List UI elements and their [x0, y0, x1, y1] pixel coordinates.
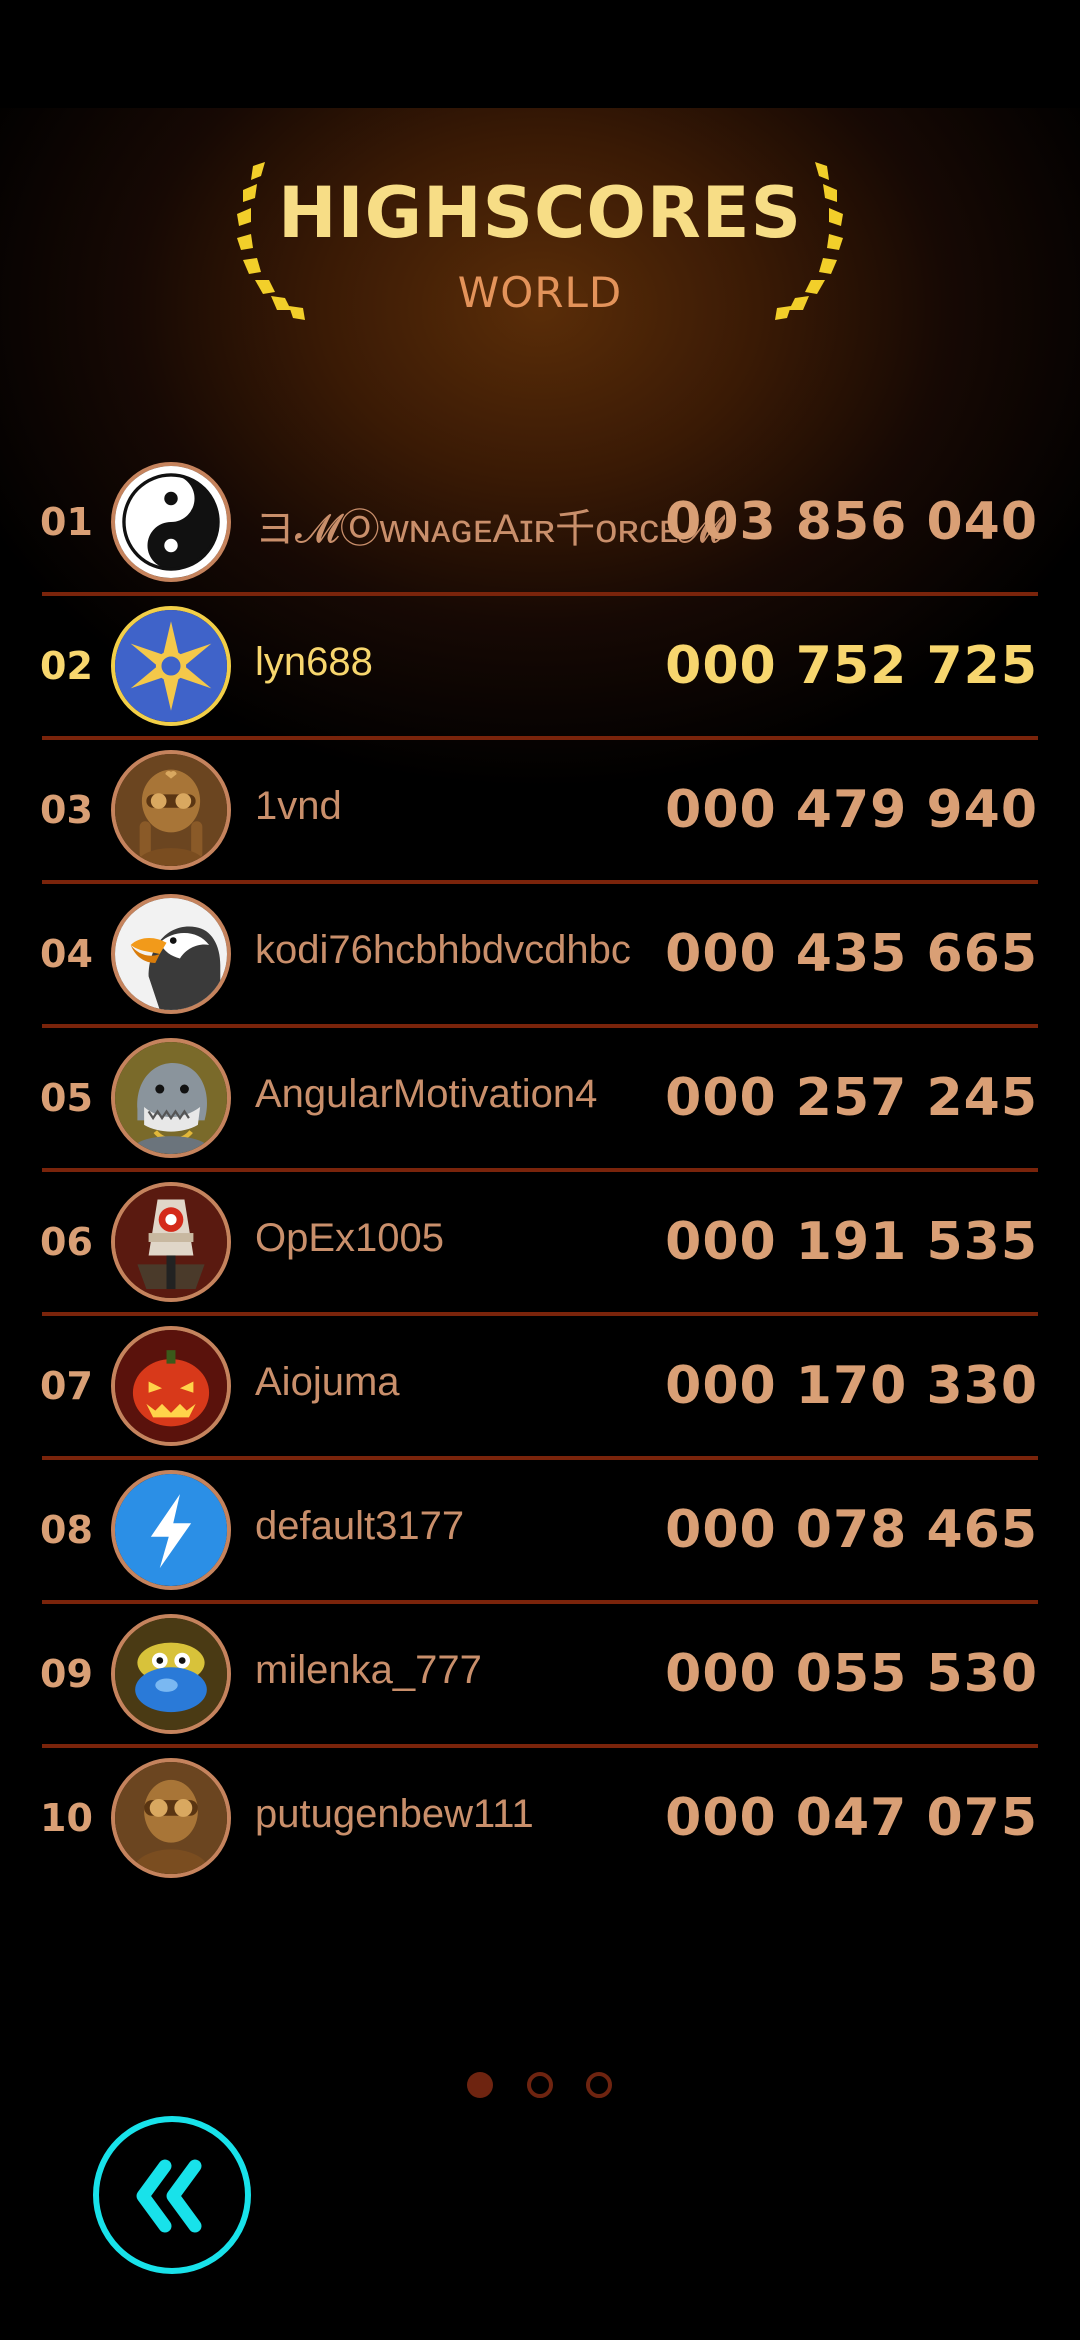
status-bar-area — [0, 0, 1080, 108]
highscores-header: HIGHSCORES WORLD — [0, 160, 1080, 330]
player-name: AngularMotivation4 — [255, 1072, 598, 1116]
player-name: 1vnd — [255, 784, 342, 828]
leaderboard-row[interactable]: 09 milenka_777 000 055 530 — [0, 1602, 1080, 1748]
rank-number: 01 — [40, 500, 93, 544]
page-subtitle: WORLD — [457, 268, 623, 317]
leaderboard-row[interactable]: 06 OpEx1005 000 191 535 — [0, 1170, 1080, 1316]
player-name: ヨ𝓜ⓄᴡɴᴀɢᴇAɪʀ千ᴏʀᴄᴇ𝓜ち — [255, 507, 725, 551]
lightning-icon — [111, 1470, 231, 1590]
aviator-girl-icon — [111, 750, 231, 870]
page-dot[interactable] — [586, 2072, 612, 2098]
rank-number: 02 — [40, 644, 93, 688]
rank-number: 05 — [40, 1076, 93, 1120]
rank-number: 08 — [40, 1508, 93, 1552]
rank-number: 03 — [40, 788, 93, 832]
player-name: kodi76hcbhbdvcdhbc — [255, 928, 631, 972]
rank-number: 07 — [40, 1364, 93, 1408]
blue-creature-icon — [111, 1614, 231, 1734]
laurel-right-icon — [775, 162, 843, 320]
leaderboard-row[interactable]: 07 Aiojuma 000 170 330 — [0, 1314, 1080, 1460]
rank-number: 10 — [40, 1796, 93, 1840]
leaderboard-row[interactable]: 05 AngularMotivation4 000 257 245 — [0, 1026, 1080, 1172]
player-name: default3177 — [255, 1504, 465, 1548]
leaderboard-row[interactable]: 08 default3177 000 078 465 — [0, 1458, 1080, 1604]
pumpkin-icon — [111, 1326, 231, 1446]
leaderboard-row[interactable]: 10 putugenbew111 000 047 075 — [0, 1746, 1080, 1890]
player-score: 000 078 465 — [665, 1500, 1038, 1560]
page-title: HIGHSCORES — [277, 172, 803, 254]
double-chevron-left-icon — [136, 2159, 202, 2233]
player-score: 000 191 535 — [665, 1212, 1038, 1272]
player-name: putugenbew111 — [255, 1792, 534, 1836]
player-score: 000 435 665 — [665, 924, 1038, 984]
back-button[interactable] — [93, 2116, 251, 2274]
eagle-icon — [111, 894, 231, 1014]
page-indicator — [0, 2070, 1080, 2100]
player-score: 000 752 725 — [665, 636, 1038, 696]
player-name: milenka_777 — [255, 1648, 482, 1692]
page-dot[interactable] — [527, 2072, 553, 2098]
player-score: 000 047 075 — [665, 1788, 1038, 1848]
aviator-pilot-icon — [111, 1758, 231, 1878]
leaderboard-row[interactable]: 01 ヨ𝓜ⓄᴡɴᴀɢᴇAɪʀ千ᴏʀᴄᴇ𝓜ち 003 856 040 — [0, 450, 1080, 596]
rank-number: 06 — [40, 1220, 93, 1264]
leaderboard-row-current-player[interactable]: 02 lyn688 000 752 725 — [0, 594, 1080, 740]
player-score: 003 856 040 — [665, 492, 1038, 552]
player-score: 000 170 330 — [665, 1356, 1038, 1416]
leaderboard-row[interactable]: 04 kodi76hcbhbdvcdhbc 000 435 665 — [0, 882, 1080, 1028]
rank-number: 09 — [40, 1652, 93, 1696]
player-score: 000 055 530 — [665, 1644, 1038, 1704]
rank-number: 04 — [40, 932, 93, 976]
leaderboard-row[interactable]: 03 1vnd 000 479 940 — [0, 738, 1080, 884]
player-name: Aiojuma — [255, 1360, 400, 1404]
player-name: lyn688 — [255, 640, 373, 684]
page-dot-active[interactable] — [467, 2072, 493, 2098]
robot-icon — [111, 1182, 231, 1302]
shark-icon — [111, 1038, 231, 1158]
player-name: OpEx1005 — [255, 1216, 445, 1260]
sun-star-icon — [111, 606, 231, 726]
player-score: 000 257 245 — [665, 1068, 1038, 1128]
yin-yang-icon — [111, 462, 231, 582]
player-score: 000 479 940 — [665, 780, 1038, 840]
